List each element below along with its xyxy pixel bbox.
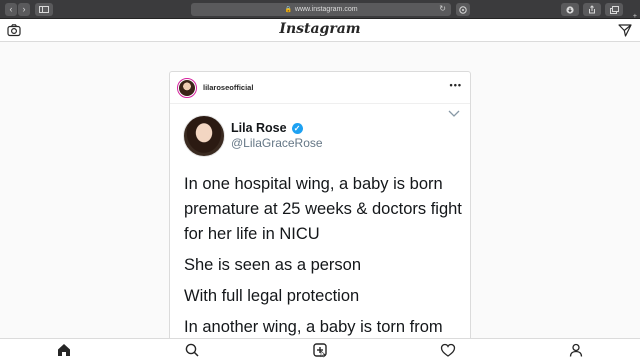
tweet-text: In one hospital wing, a baby is born pre… bbox=[184, 172, 469, 340]
tabs-button[interactable] bbox=[605, 3, 623, 16]
instagram-header: Instagram bbox=[0, 19, 640, 42]
tweet-avatar bbox=[183, 115, 225, 157]
privacy-icon bbox=[459, 5, 467, 14]
url-text: www.instagram.com bbox=[294, 6, 358, 13]
post-card: lilaroseofficial ••• Lila Rose ✓ @LilaGr… bbox=[169, 71, 471, 346]
tweet-line: In another wing, a baby is torn from bbox=[184, 318, 443, 336]
downloads-button[interactable] bbox=[561, 3, 579, 16]
home-icon[interactable] bbox=[56, 342, 72, 358]
share-button[interactable] bbox=[583, 3, 601, 16]
direct-message-icon[interactable] bbox=[618, 23, 632, 37]
verified-badge-icon: ✓ bbox=[291, 122, 303, 134]
chevron-down-icon bbox=[448, 110, 460, 117]
download-icon bbox=[566, 5, 574, 14]
share-icon bbox=[589, 5, 595, 14]
tweet-line: for her life in NICU bbox=[184, 225, 320, 243]
browser-toolbar: ‹ › 🔒 www.instagram.com ↻ + bbox=[0, 0, 640, 20]
lock-icon: 🔒 bbox=[284, 7, 292, 13]
tweet-line: In one hospital wing, a baby is born bbox=[184, 175, 443, 193]
tweet-line: With full legal protection bbox=[184, 287, 360, 305]
sidebar-icon bbox=[39, 6, 49, 13]
reader-button[interactable] bbox=[456, 3, 470, 16]
tweet-name-text: Lila Rose bbox=[231, 121, 287, 135]
new-post-icon[interactable] bbox=[312, 342, 328, 358]
sidebar-toggle-button[interactable] bbox=[35, 3, 53, 16]
instagram-logo[interactable]: Instagram bbox=[0, 21, 640, 37]
tabs-icon bbox=[609, 5, 619, 14]
tweet-line: She is seen as a person bbox=[184, 256, 362, 274]
heart-icon[interactable] bbox=[440, 342, 456, 358]
profile-icon[interactable] bbox=[568, 342, 584, 358]
tweet-handle: @LilaGraceRose bbox=[231, 136, 323, 150]
address-bar[interactable]: 🔒 www.instagram.com ↻ bbox=[191, 3, 451, 16]
forward-button[interactable]: › bbox=[18, 3, 30, 16]
bottom-tab-bar bbox=[0, 338, 640, 360]
back-button[interactable]: ‹ bbox=[5, 3, 17, 16]
reload-icon[interactable]: ↻ bbox=[439, 4, 446, 13]
tweet-author-name: Lila Rose ✓ bbox=[231, 121, 303, 135]
post-header: lilaroseofficial ••• bbox=[170, 72, 470, 104]
post-username[interactable]: lilaroseofficial bbox=[203, 83, 253, 92]
avatar[interactable] bbox=[177, 78, 197, 98]
search-icon[interactable] bbox=[184, 342, 200, 358]
more-options-icon[interactable]: ••• bbox=[450, 80, 462, 90]
tweet-line: premature at 25 weeks & doctors fight bbox=[184, 200, 462, 218]
